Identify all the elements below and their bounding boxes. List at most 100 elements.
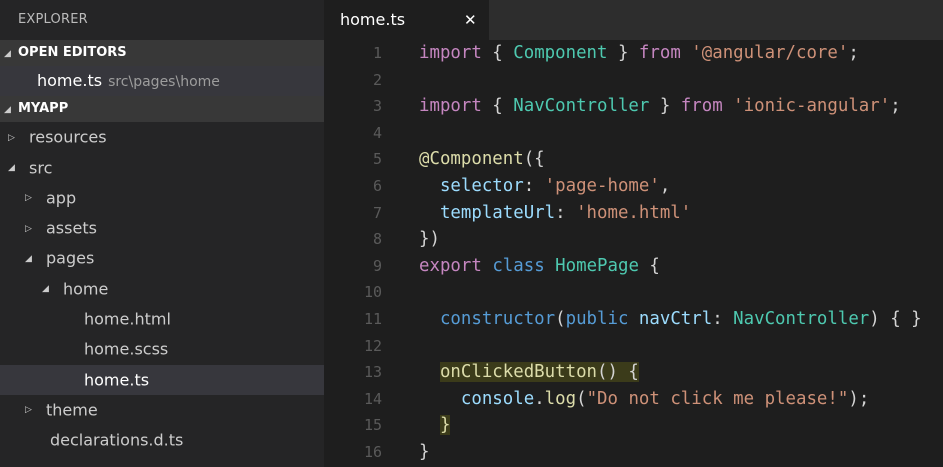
caret-down-icon[interactable]: ◢ <box>8 153 21 183</box>
code-line[interactable]: 6 selector: 'page-home', <box>324 173 943 200</box>
tree-item[interactable]: ◢ pages <box>0 243 324 273</box>
code-token: log <box>544 388 577 409</box>
project-label: MYAPP <box>18 101 69 117</box>
code-token: } <box>607 43 639 63</box>
tree-item[interactable]: declarations.d.ts <box>0 425 324 455</box>
code-content: onClickedButton() { <box>419 362 639 383</box>
code-line[interactable]: 12 <box>324 333 943 360</box>
tree-item[interactable]: home.ts <box>0 364 324 395</box>
line-number: 9 <box>372 256 382 275</box>
code-line[interactable]: 8}) <box>324 226 943 253</box>
code-line[interactable]: 2 <box>324 67 943 94</box>
line-number: 1 <box>372 44 382 62</box>
explorer-sidebar: EXPLORER ◢ OPEN EDITORS home.ts src\pages\… <box>0 0 324 467</box>
code-line[interactable]: 11 constructor(public navCtrl: NavContro… <box>324 306 943 333</box>
code-token: templateUrl <box>439 202 556 223</box>
tree-item[interactable]: ◢ home <box>0 274 324 304</box>
tree-item-label: src <box>29 157 53 177</box>
explorer-title: EXPLORER <box>18 12 88 27</box>
line-number: 15 <box>363 416 382 435</box>
code-line[interactable]: 3 import { NavController } from 'ionic-an… <box>324 93 943 120</box>
code-token: : <box>555 202 577 223</box>
tree-item[interactable]: ◢ src <box>0 153 324 183</box>
tree-item[interactable]: ▷ theme <box>0 395 324 425</box>
code-token: ( <box>576 388 587 409</box>
close-icon[interactable]: ✕ <box>464 0 477 40</box>
tree-item[interactable]: ▷ assets <box>0 213 324 243</box>
code-token: class <box>492 255 545 276</box>
tree-item-label: home.html <box>84 309 171 329</box>
caret-right-icon[interactable]: ▷ <box>8 123 21 153</box>
code-token: { <box>481 43 514 63</box>
code-line[interactable]: 15 } <box>324 412 943 439</box>
tree-item-label: declarations.d.ts <box>50 430 184 450</box>
code-token: ; <box>890 96 901 117</box>
code-token: } <box>419 441 430 462</box>
code-line[interactable]: 4 <box>324 120 943 147</box>
line-number: 10 <box>363 283 382 302</box>
caret-down-icon[interactable]: ◢ <box>42 274 55 304</box>
code-token: Component <box>513 43 608 63</box>
tab-home-ts[interactable]: home.ts ✕ <box>324 0 489 40</box>
tab-label: home.ts <box>340 10 406 29</box>
tree-item-label: home <box>63 279 109 299</box>
open-editor-name: home.ts <box>37 71 103 90</box>
tree-item[interactable]: home.html <box>0 304 324 334</box>
open-editor-item-home-ts[interactable]: home.ts src\pages\home <box>0 66 324 97</box>
code-line[interactable]: 7 templateUrl: 'home.html' <box>324 200 943 227</box>
code-token: { <box>481 96 514 117</box>
code-line[interactable]: 16} <box>324 439 943 466</box>
tree-item-label: home.scss <box>84 339 169 359</box>
code-token: from <box>638 43 681 63</box>
tree-item[interactable]: home.scss <box>0 334 324 364</box>
open-editors-header[interactable]: ◢ OPEN EDITORS <box>0 40 324 66</box>
tree-item[interactable]: ▷ resources <box>0 122 324 152</box>
project-header[interactable]: ◢ MYAPP <box>0 96 324 123</box>
code-line[interactable]: 13 onClickedButton() { <box>324 359 943 386</box>
file-tree: ▷ resources ◢ src ▷ app ▷ assets ◢ pages ◢ home home… <box>0 122 324 455</box>
code-line[interactable]: 14 console.log("Do not click me please!"… <box>324 386 943 413</box>
tree-item[interactable]: ▷ app <box>0 183 324 213</box>
line-number: 13 <box>363 363 382 382</box>
line-number: 8 <box>372 230 382 249</box>
code-line[interactable]: 9 export class HomePage { <box>324 253 943 280</box>
code-line[interactable]: 5 @Component({ <box>324 146 943 173</box>
line-number: 3 <box>372 97 382 116</box>
code-content: export class HomePage { <box>419 256 660 276</box>
code-token: console <box>460 388 535 409</box>
line-number: 5 <box>372 150 382 169</box>
tree-item-label: assets <box>46 218 97 238</box>
code-token: . <box>534 388 545 409</box>
code-token: onClickedButton <box>439 362 598 383</box>
code-line[interactable]: 10 <box>324 279 943 306</box>
code-token: } <box>439 415 451 436</box>
code-token: import <box>419 96 482 117</box>
code-content: selector: 'page-home', <box>419 176 670 196</box>
line-number: 4 <box>372 123 382 142</box>
caret-right-icon[interactable]: ▷ <box>25 395 38 425</box>
code-line[interactable]: 1 import { Component } from '@angular/cor… <box>324 40 943 67</box>
code-token: ; <box>848 43 859 63</box>
line-number: 16 <box>363 442 382 461</box>
caret-right-icon[interactable]: ▷ <box>25 183 38 213</box>
line-number: 11 <box>363 309 382 328</box>
line-number: 2 <box>372 70 382 89</box>
code-editor[interactable]: 1 import { Component } from '@angular/cor… <box>324 40 943 467</box>
caret-right-icon[interactable]: ▷ <box>25 214 38 244</box>
line-number: 6 <box>372 176 382 195</box>
tree-item-label: app <box>46 188 77 208</box>
code-token: } <box>649 96 681 117</box>
code-content: console.log("Do not click me please!"); <box>419 389 869 409</box>
code-token: ) { } <box>869 308 922 329</box>
caret-down-icon[interactable]: ◢ <box>25 244 38 274</box>
code-content: } <box>419 415 451 436</box>
code-token: { <box>638 255 660 276</box>
code-token: 'home.html' <box>576 202 692 223</box>
